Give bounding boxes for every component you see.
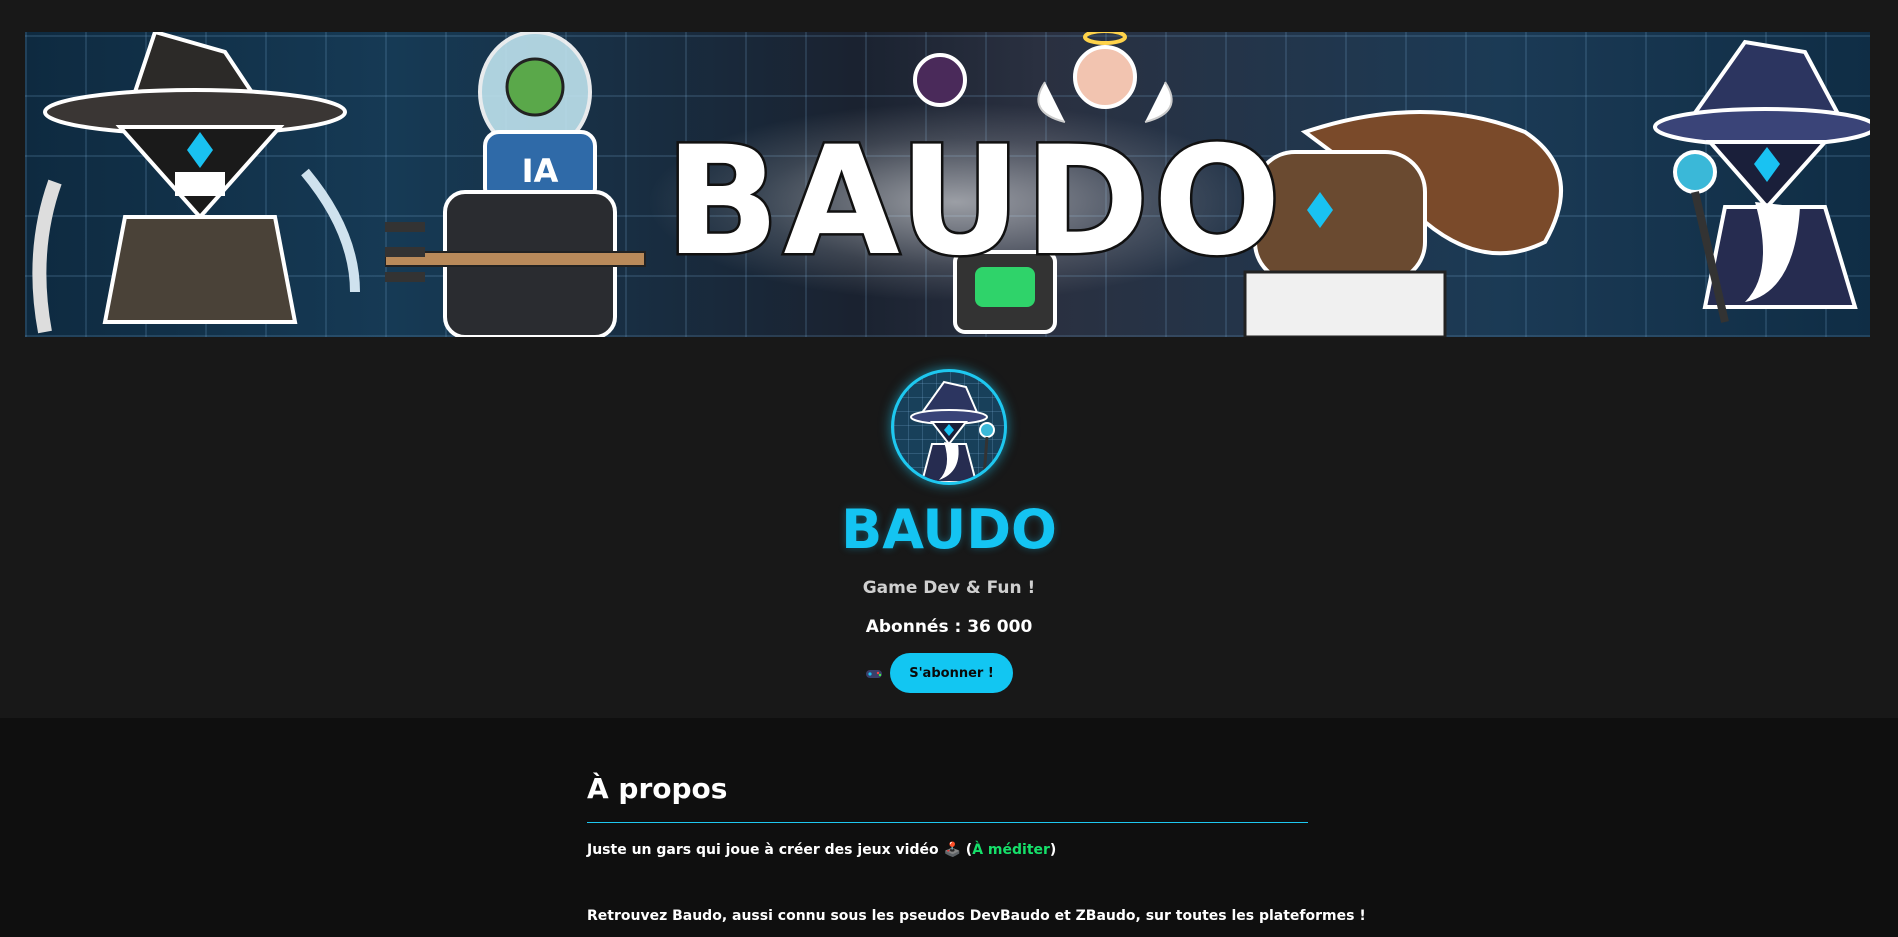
- about-section: À propos Juste un gars qui joue à créer …: [0, 718, 1898, 937]
- meditate-link[interactable]: À méditer: [972, 842, 1050, 858]
- about-platforms-text: Retrouvez Baudo, aussi connu sous les ps…: [587, 908, 1366, 924]
- about-description: Juste un gars qui joue à créer des jeux …: [587, 842, 1056, 858]
- wizard-avatar-icon: [910, 380, 995, 482]
- wizard-character-illustration: [1653, 39, 1870, 323]
- channel-avatar[interactable]: [891, 369, 1007, 485]
- bomb-illustration: [913, 53, 967, 107]
- about-divider: [587, 822, 1308, 823]
- subscriber-count: Abonnés : 36 000: [865, 617, 1033, 637]
- channel-name: BAUDO: [841, 498, 1057, 561]
- banner-title: BAUDO: [663, 115, 1285, 289]
- robot-character-illustration: IA: [385, 32, 646, 337]
- subscribe-button[interactable]: S'abonner !: [890, 653, 1013, 693]
- svg-text:IA: IA: [522, 152, 559, 190]
- channel-banner: IA BAUDO: [25, 32, 1870, 337]
- about-description-text: Juste un gars qui joue à créer des jeux …: [587, 842, 973, 858]
- about-title: À propos: [587, 772, 728, 805]
- channel-tagline: Game Dev & Fun !: [862, 578, 1036, 598]
- about-description-suffix: ): [1049, 842, 1057, 858]
- witch-character-illustration: [32, 32, 360, 334]
- subscribe-row: S'abonner !: [864, 653, 1013, 693]
- gamepad-icon: [866, 670, 882, 678]
